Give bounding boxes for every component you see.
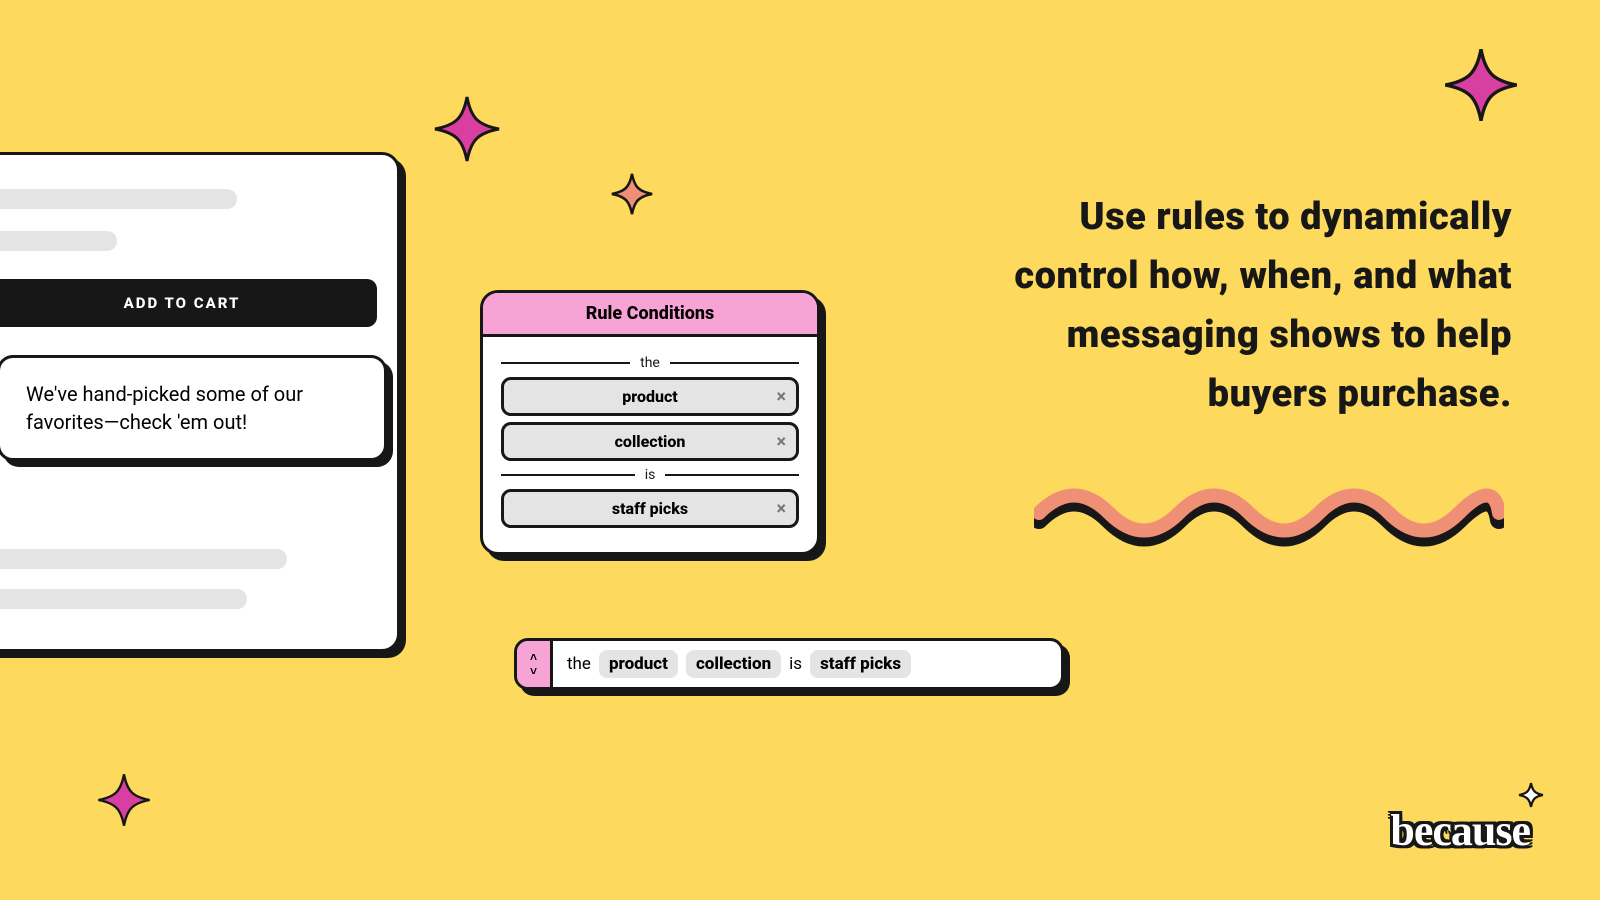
because-logo: because — [1390, 805, 1530, 856]
remove-icon[interactable]: × — [776, 386, 786, 407]
rule-word: the — [567, 654, 591, 674]
chevron-up-icon[interactable]: ˄ — [530, 651, 537, 663]
rule-summary-bar: ˄ ˅ the product collection is staff pick… — [514, 638, 1064, 690]
product-card: ADD TO CART We've hand-picked some of ou… — [0, 152, 400, 652]
sparkle-icon — [1442, 46, 1520, 124]
headline-text: Use rules to dynamically control how, wh… — [952, 188, 1512, 424]
remove-icon[interactable]: × — [776, 498, 786, 519]
sparkle-icon — [432, 94, 502, 164]
rule-pill-product[interactable]: product — [599, 650, 678, 678]
rule-conditions-body: the product× collection× is staff picks× — [483, 337, 817, 552]
skeleton-line — [0, 189, 237, 209]
rule-pill-staff-picks[interactable]: staff picks — [810, 650, 911, 678]
rule-pill-collection[interactable]: collection — [686, 650, 781, 678]
squiggle-decoration — [1034, 480, 1504, 550]
rule-conditions-panel: Rule Conditions the product× collection×… — [480, 290, 820, 555]
message-banner: We've hand-picked some of our favorites—… — [0, 355, 387, 461]
skeleton-line — [0, 589, 247, 609]
rule-conditions-title: Rule Conditions — [483, 293, 817, 337]
add-to-cart-label: ADD TO CART — [124, 294, 241, 312]
rule-chip-staff-picks[interactable]: staff picks× — [501, 489, 799, 528]
sparkle-icon — [1518, 782, 1544, 812]
rule-stepper[interactable]: ˄ ˅ — [517, 641, 553, 687]
skeleton-line — [0, 549, 287, 569]
skeleton-line — [0, 231, 117, 251]
rule-divider-the: the — [501, 355, 799, 371]
rule-chip-collection[interactable]: collection× — [501, 422, 799, 461]
sparkle-icon — [96, 772, 152, 828]
rule-word: is — [789, 654, 802, 674]
message-text: We've hand-picked some of our favorites—… — [26, 382, 303, 434]
rule-summary-content: the product collection is staff picks — [553, 641, 1061, 687]
sparkle-icon — [610, 172, 654, 216]
rule-chip-product[interactable]: product× — [501, 377, 799, 416]
chevron-down-icon[interactable]: ˅ — [530, 665, 537, 677]
rule-divider-is: is — [501, 467, 799, 483]
add-to-cart-button[interactable]: ADD TO CART — [0, 279, 377, 327]
remove-icon[interactable]: × — [776, 431, 786, 452]
